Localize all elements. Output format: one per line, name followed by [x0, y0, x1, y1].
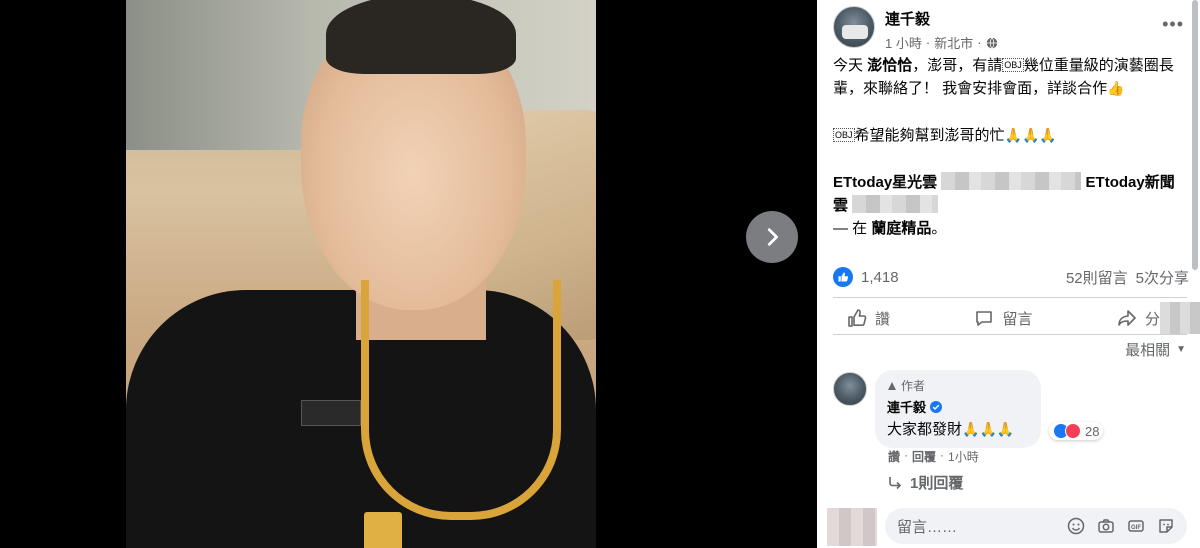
- next-photo-button[interactable]: [746, 211, 798, 263]
- place-link[interactable]: 蘭庭精品: [871, 220, 931, 237]
- post-panel: 連千毅 1 小時 · 新北市 · ••• 今天 澎恰恰，澎哥，有請 OBJ 幾位重量…: [817, 0, 1200, 548]
- avatar[interactable]: [833, 6, 875, 48]
- comment-label: 留言: [1002, 310, 1033, 328]
- scrollbar[interactable]: [1192, 0, 1198, 270]
- comment-icon: [976, 311, 993, 326]
- comment-actions: 讚 · 回覆 · 1小時: [888, 448, 979, 465]
- author-badge: 作者: [887, 377, 1029, 394]
- post-header: 連千毅 1 小時 · 新北市 · •••: [833, 6, 1190, 54]
- replies-label: 1則回覆: [910, 475, 964, 492]
- view-replies-link[interactable]: 1則回覆: [888, 472, 963, 493]
- comment-text-body: 大家都發財: [887, 421, 963, 438]
- pray-emoji-icon: 🙏🙏🙏: [1004, 128, 1057, 144]
- author-tag-label: 作者: [901, 379, 926, 393]
- author-icon: [888, 381, 896, 390]
- comment-bubble: 作者 連千毅 大家都發財🙏🙏🙏: [875, 370, 1041, 448]
- share-count[interactable]: 5次分享: [1136, 267, 1189, 288]
- comment-reactions[interactable]: 28: [1049, 422, 1104, 440]
- post-location[interactable]: 新北市: [934, 33, 973, 52]
- post-text: 今天 澎恰恰，澎哥，有請 OBJ 幾位重量級的演藝圈長輩，來聯絡了！ 我會安排會面，…: [833, 54, 1189, 263]
- comment-sort-dropdown[interactable]: 最相關 ▼: [1125, 339, 1186, 360]
- mention-link[interactable]: 澎恰恰: [867, 57, 912, 74]
- author-name[interactable]: 連千毅: [885, 8, 1190, 29]
- verified-badge-icon: [930, 400, 943, 413]
- more-options-icon[interactable]: •••: [1162, 14, 1184, 35]
- object-placeholder-icon: OBJ: [1002, 58, 1024, 72]
- text-segment: — 在: [833, 220, 868, 237]
- text-segment: 。: [931, 220, 947, 237]
- media-viewer: [0, 0, 817, 548]
- post-tags: ETtoday星光雲 ETtoday新聞雲: [833, 171, 1189, 217]
- caret-down-icon: ▼: [1176, 344, 1186, 355]
- reactions-summary: 1,418 52則留言 5次分享: [833, 262, 1189, 292]
- commenter-name-text[interactable]: 連千毅: [887, 397, 926, 416]
- post-place: — 在 蘭庭精品。: [833, 217, 1189, 240]
- thumbs-up-icon: [848, 309, 867, 327]
- post-paragraph: OBJ 希望能夠幫到澎哥的忙🙏🙏🙏: [833, 124, 1189, 148]
- comment-like-link[interactable]: 讚: [888, 448, 900, 465]
- gif-icon[interactable]: GIF: [1127, 517, 1145, 535]
- pray-emoji-icon: 🙏🙏🙏: [962, 422, 1015, 438]
- post-meta: 1 小時 · 新北市 ·: [885, 33, 1190, 52]
- comment-input[interactable]: 留言…… GIF: [885, 508, 1187, 544]
- dot-separator: ·: [904, 448, 909, 462]
- comment-reaction-count: 28: [1085, 423, 1100, 439]
- comment-reply-link[interactable]: 回覆: [912, 448, 936, 465]
- commenter-avatar[interactable]: [833, 372, 867, 406]
- sort-label: 最相關: [1125, 342, 1171, 359]
- thumbs-up-emoji-icon: 👍: [1107, 81, 1125, 97]
- divider: [833, 334, 1187, 335]
- blurred-avatar: [1160, 302, 1200, 334]
- sticker-icon[interactable]: [1157, 517, 1175, 535]
- object-placeholder-icon: OBJ: [833, 128, 855, 142]
- meta-separator: ·: [925, 35, 931, 50]
- love-reaction-icon: [1065, 423, 1081, 439]
- like-reaction-icon: [833, 267, 853, 287]
- comment-composer: 留言…… GIF: [817, 504, 1200, 548]
- commenter-name: 連千毅: [887, 397, 1029, 416]
- comment-text: 大家都發財🙏🙏🙏: [887, 418, 1029, 439]
- divider: [833, 297, 1187, 298]
- meta-separator: ·: [977, 35, 982, 50]
- like-count[interactable]: 1,418: [861, 269, 899, 286]
- tag-link[interactable]: ETtoday星光雲: [833, 174, 937, 191]
- post-time[interactable]: 1 小時: [885, 33, 922, 52]
- share-icon: [1118, 310, 1136, 326]
- blurred-tag: [852, 195, 939, 213]
- like-button[interactable]: 讚: [833, 302, 904, 334]
- globe-icon: [986, 36, 997, 49]
- text-segment: 今天: [833, 57, 864, 74]
- post-photo: [126, 0, 596, 548]
- comment-button[interactable]: 留言: [960, 302, 1046, 334]
- text-segment: 希望能夠幫到澎哥的忙: [854, 127, 1005, 144]
- comment-placeholder: 留言……: [897, 518, 958, 536]
- emoji-icon[interactable]: [1067, 517, 1085, 535]
- comment-count[interactable]: 52則留言: [1066, 267, 1128, 288]
- chevron-right-icon: [767, 228, 778, 246]
- camera-icon[interactable]: [1097, 517, 1115, 535]
- like-label: 讚: [875, 310, 891, 328]
- comment-time[interactable]: 1小時: [948, 448, 979, 465]
- current-user-avatar: [827, 508, 877, 546]
- dot-separator: ·: [940, 448, 945, 462]
- post-actions: 讚 留言 分享: [833, 302, 1189, 334]
- blurred-tag: [941, 172, 1082, 190]
- post-paragraph: 今天 澎恰恰，澎哥，有請 OBJ 幾位重量級的演藝圈長輩，來聯絡了！ 我會安排會面，…: [833, 54, 1189, 101]
- text-segment: ，澎哥，有請: [912, 57, 1003, 74]
- svg-text:GIF: GIF: [1131, 525, 1141, 531]
- reply-arrow-icon: [889, 476, 902, 489]
